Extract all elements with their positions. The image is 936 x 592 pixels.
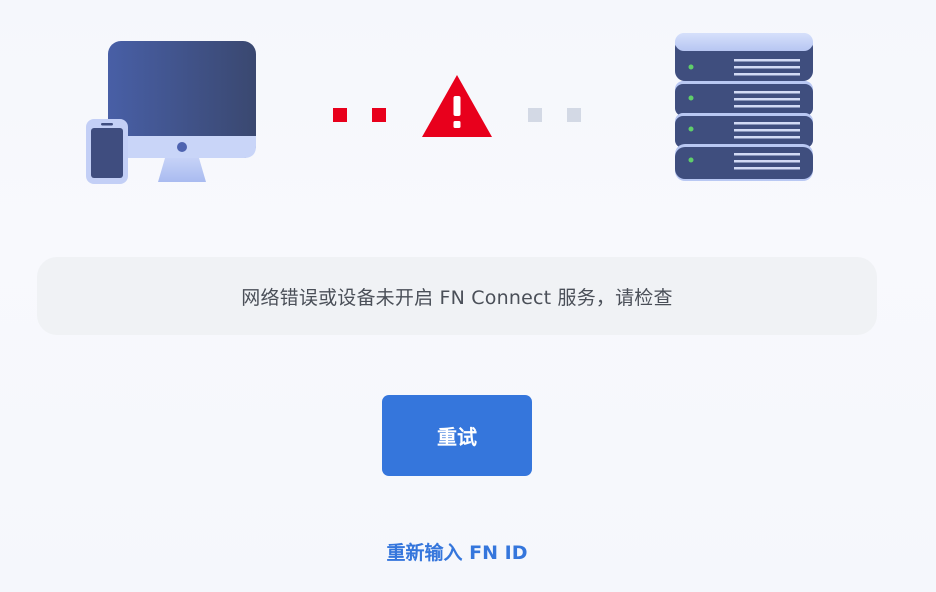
error-message-text: 网络错误或设备未开启 FN Connect 服务，请检查 (241, 286, 673, 309)
warning-triangle-icon (422, 75, 492, 137)
connection-error-illustration (86, 33, 813, 184)
server-stack-icon (675, 33, 813, 181)
phone-icon (86, 119, 128, 184)
inactive-dot (528, 108, 542, 122)
monitor-icon (108, 41, 256, 182)
server-unit (675, 113, 813, 148)
reenter-fn-id-link[interactable]: 重新输入 FN ID (0, 538, 914, 565)
server-unit (675, 81, 813, 116)
inactive-dot (567, 108, 581, 122)
error-dot (372, 108, 386, 122)
error-dot (333, 108, 347, 122)
desktop-and-phone-icon (86, 41, 256, 184)
retry-button[interactable]: 重试 (382, 395, 532, 476)
server-unit (675, 33, 813, 81)
server-unit (675, 144, 813, 181)
error-message-box: 网络错误或设备未开启 FN Connect 服务，请检查 (37, 257, 877, 335)
